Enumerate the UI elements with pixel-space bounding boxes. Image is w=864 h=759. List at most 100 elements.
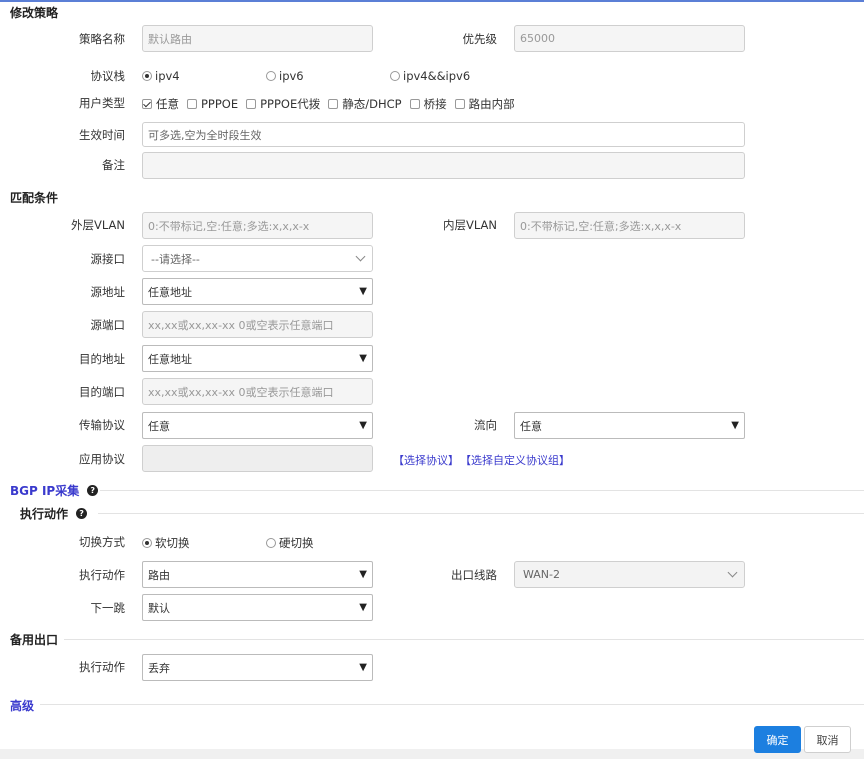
outer-vlan-placeholder: 0:不带标记,空:任意;多选:x,x,x-x [148,219,310,233]
dst-addr-select[interactable]: 任意地址 ▼ [142,345,373,372]
nexthop-label: 下一跳 [90,601,126,615]
src-iface-value: --请选择-- [151,252,200,266]
checkbox-checked-icon [142,99,152,109]
src-addr-value: 任意地址 [148,285,192,299]
caret-down-icon: ▼ [359,286,367,297]
radio-unchecked-icon [266,71,276,81]
switch-radio-hard[interactable]: 硬切换 [266,535,314,551]
user-type-label-text: 静态/DHCP [342,97,402,111]
checkbox-icon [409,99,420,109]
divider [100,490,864,491]
divider [64,639,864,640]
policy-name-value: 默认路由 [148,32,192,46]
outer-vlan-input[interactable]: 0:不带标记,空:任意;多选:x,x,x-x [142,212,373,239]
switch-radio-soft[interactable]: 软切换 [142,535,190,551]
stack-radio-ipv6[interactable]: ipv6 [266,69,304,83]
nexthop-select[interactable]: 默认 ▼ [142,594,373,621]
src-addr-label: 源地址 [90,285,126,299]
stack-label: 协议栈 [90,69,126,83]
direction-select[interactable]: 任意 ▼ [514,412,745,439]
backup-exec-label: 执行动作 [79,660,125,674]
remark-input[interactable] [142,152,745,179]
priority-value: 65000 [520,32,555,45]
remark-label: 备注 [102,158,125,172]
transport-value: 任意 [148,419,170,433]
time-input[interactable]: 可多选,空为全时段生效 [142,122,745,147]
nexthop-value: 默认 [148,601,170,615]
user-type-static-dhcp[interactable]: 静态/DHCP [328,96,402,112]
section-title-modify-policy: 修改策略 [10,6,59,20]
policy-name-input[interactable]: 默认路由 [142,25,373,52]
help-icon[interactable]: ? [76,508,88,519]
app-label: 应用协议 [79,452,125,466]
footer-bar [0,749,864,759]
help-icon[interactable]: ? [87,485,99,496]
user-type-label-text: 路由内部 [468,97,515,111]
exec-action-label: 执行动作 [79,568,125,582]
backup-exec-value: 丢弃 [148,661,170,675]
section-backup-exit: 备用出口 [10,633,59,647]
priority-input[interactable]: 65000 [514,25,745,52]
dst-port-input[interactable]: xx,xx或xx,xx-xx 0或空表示任意端口 [142,378,373,405]
inner-vlan-label: 内层VLAN [442,218,497,232]
bgp-title: BGP IP采集 [10,484,80,498]
user-type-pppoe-dial[interactable]: PPPOE代拨 [246,96,320,112]
divider [98,513,864,514]
user-type-pppoe[interactable]: PPPOE [187,96,238,112]
time-label: 生效时间 [79,128,125,142]
dst-port-label: 目的端口 [79,385,125,399]
caret-down-icon: ▼ [731,420,739,431]
cancel-button[interactable]: 取消 [804,726,851,753]
policy-name-label: 策略名称 [79,32,125,46]
action-title: 执行动作 [20,507,69,521]
select-custom-group-link[interactable]: 【选择自定义协议组】 [460,452,570,468]
exec-action-value: 路由 [148,568,170,582]
chevron-down-icon [727,567,738,578]
checkbox-icon [187,99,197,109]
outer-vlan-label: 外层VLAN [70,218,125,232]
user-type-label-text: PPPOE代拨 [260,97,321,111]
exit-line-select[interactable]: WAN-2 [514,561,745,588]
checkbox-icon [246,99,257,109]
dst-addr-value: 任意地址 [148,352,192,366]
section-bgp[interactable]: BGP IP采集? [10,482,99,499]
section-advanced[interactable]: 高级 [10,697,34,714]
stack-option-label: ipv6 [279,69,304,83]
stack-radio-ipv4[interactable]: ipv4 [142,69,180,83]
transport-select[interactable]: 任意 ▼ [142,412,373,439]
stack-radio-dual[interactable]: ipv4&&ipv6 [390,69,470,83]
app-input[interactable] [142,445,373,472]
inner-vlan-input[interactable]: 0:不带标记,空:任意;多选:x,x,x-x [514,212,745,239]
stack-option-label: ipv4&&ipv6 [403,69,471,83]
user-type-label-text: 任意 [156,97,179,111]
section-title-match: 匹配条件 [10,191,59,205]
dst-addr-label: 目的地址 [79,352,125,366]
transport-label: 传输协议 [79,418,125,432]
switch-option-label: 软切换 [155,536,190,550]
top-accent-line [0,0,864,2]
backup-exec-select[interactable]: 丢弃 ▼ [142,654,373,681]
select-protocol-link[interactable]: 【选择协议】 [393,452,459,468]
exec-action-select[interactable]: 路由 ▼ [142,561,373,588]
user-type-any[interactable]: 任意 [142,96,179,112]
dst-port-placeholder: xx,xx或xx,xx-xx 0或空表示任意端口 [148,385,334,399]
caret-down-icon: ▼ [359,420,367,431]
user-type-group: 任意 PPPOE PPPOE代拨 静态/DHCP 桥接 路由内部 [142,96,523,112]
direction-label: 流向 [474,418,497,432]
src-port-input[interactable]: xx,xx或xx,xx-xx 0或空表示任意端口 [142,311,373,338]
src-port-placeholder: xx,xx或xx,xx-xx 0或空表示任意端口 [148,318,334,332]
user-type-bridge[interactable]: 桥接 [409,96,447,112]
src-addr-select[interactable]: 任意地址 ▼ [142,278,373,305]
section-action: 执行动作? [20,505,88,522]
user-type-route-internal[interactable]: 路由内部 [454,96,515,112]
src-iface-select[interactable]: --请选择-- [142,245,373,272]
confirm-button[interactable]: 确定 [754,726,801,753]
checkbox-icon [454,99,465,109]
priority-label: 优先级 [462,32,498,46]
switch-mode-label: 切换方式 [79,535,125,549]
src-port-label: 源端口 [90,318,126,332]
radio-unchecked-icon [266,538,276,548]
chevron-down-icon [355,251,366,262]
divider [40,704,864,705]
radio-checked-icon [142,538,152,548]
